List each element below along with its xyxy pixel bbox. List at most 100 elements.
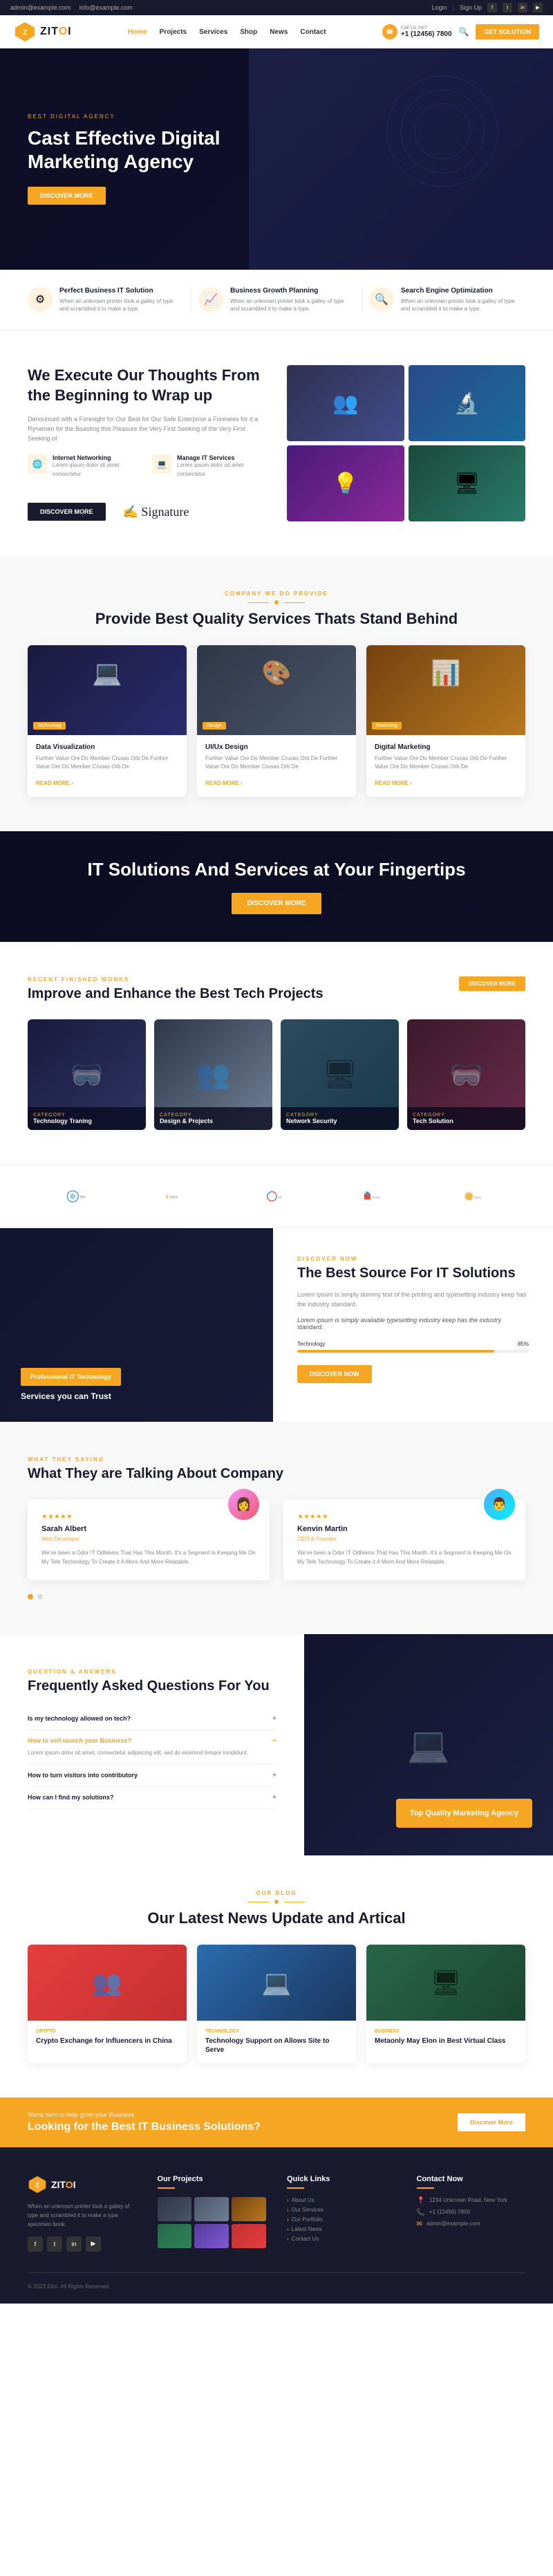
hero-section: BEST DIGITAL AGENCY Cast Effective Digit… (0, 48, 553, 270)
search-icon[interactable]: 🔍 (459, 27, 469, 37)
partners-section: Net S pace air Media Space (0, 1165, 553, 1228)
faq-item-1[interactable]: Is my technology allowed on tech? + (28, 1708, 276, 1730)
social-f[interactable]: f (487, 3, 497, 12)
footer-logo-icon: Z (28, 2175, 47, 2194)
footer-links: About Us Our Services Our Portfolio Late… (287, 2197, 396, 2242)
top-bar-email2[interactable]: info@example.com (79, 4, 133, 11)
quality-card-readmore-1[interactable]: READ MORE › (36, 780, 73, 786)
faq-answer-2: Lorem ipsum dolor sit amet, consectetur … (28, 1749, 276, 1757)
faq-item-3[interactable]: How to turn visitors into contributory + (28, 1765, 276, 1787)
get-solution-button[interactable]: GET SOLUTION (476, 24, 539, 39)
testimonial-stars-1: ★★★★★ (41, 1513, 256, 1521)
cta-orange-button[interactable]: Discover More (458, 2113, 525, 2131)
footer-social-tw[interactable]: t (47, 2236, 62, 2252)
nav-right: ☎ Call Us 24/7 +1 (12456) 7800 🔍 GET SOL… (382, 24, 539, 39)
hero-discover-button[interactable]: DISCOVER MORE (28, 187, 106, 205)
top-bar-login[interactable]: Login (432, 4, 447, 11)
faq-chevron-1: + (272, 1715, 276, 1723)
news-title-1: Crypto Exchange for Influencers in China (36, 2037, 178, 2046)
news-tag-1: CRYPTO (36, 2029, 178, 2034)
footer-link-1[interactable]: About Us (287, 2197, 396, 2203)
service-item-2: 📈 Business Growth Planning When an unkno… (191, 287, 362, 313)
quality-section: COMPANY WE DO PROVIDE Provide Best Quali… (0, 556, 553, 831)
footer-link-3[interactable]: Our Portfolio (287, 2216, 396, 2223)
svg-text:Space: Space (474, 1195, 482, 1198)
news-img-2: 💻 (197, 1945, 356, 2021)
phone-icon: ☎ (382, 24, 397, 39)
top-bar-signup[interactable]: Sign Up (460, 4, 482, 11)
nav-news[interactable]: News (270, 28, 288, 36)
news-grid: 👥 CRYPTO Crypto Exchange for Influencers… (28, 1945, 525, 2063)
cta-orange-sub: We're here to help grow your Business (28, 2111, 261, 2118)
faq-tag: QUESTION & ANSWERS (28, 1669, 276, 1675)
footer-social-in[interactable]: in (66, 2236, 82, 2252)
testimonials-grid: 👩 ★★★★★ Sarah Albert Web Developer We've… (28, 1499, 525, 1581)
testimonial-card-2: 👨 ★★★★★ Kenvin Martin CEO & Founder We'v… (283, 1499, 525, 1581)
projects-discover-button[interactable]: DISCOVER MORE (459, 976, 525, 991)
news-tag-3: BUSINESS (375, 2029, 517, 2034)
quality-card-label-1: Technology (33, 722, 66, 730)
it-solutions-tag: DISCOVER NOW (297, 1256, 529, 1262)
faq-bg-icon: 💻 (407, 1725, 450, 1766)
footer-social-yt[interactable]: ▶ (86, 2236, 101, 2252)
about-title: We Execute Our Thoughts From the Beginni… (28, 366, 266, 405)
quality-card-readmore-3[interactable]: READ MORE › (375, 780, 412, 786)
partner-logo-1: Net (57, 1183, 98, 1210)
social-t[interactable]: t (503, 3, 512, 12)
footer-link-4[interactable]: Latest News (287, 2226, 396, 2232)
social-yt[interactable]: ▶ (533, 3, 543, 12)
service-item-1: ⚙ Perfect Business IT Solution When an u… (21, 287, 191, 313)
about-image-2: 🔬 (409, 365, 526, 441)
quality-card-readmore-2[interactable]: READ MORE › (205, 780, 243, 786)
about-right: 👥 🔬 💡 🖥 (287, 365, 525, 521)
partner-logo-5: Space (455, 1183, 496, 1210)
logo-icon: Z (14, 21, 36, 43)
faq-item-4[interactable]: How can I find my solutions? + (28, 1787, 276, 1809)
about-image-3: 💡 (287, 445, 404, 521)
footer-link-2[interactable]: Our Services (287, 2207, 396, 2213)
cta-orange-section: We're here to help grow your Business Lo… (0, 2097, 553, 2147)
faq-item-2[interactable]: How to self-launch your Business? − Lore… (28, 1730, 276, 1765)
projects-header-left: RECENT FINISHED WORKS Improve and Enhanc… (28, 976, 324, 1002)
news-card-1: 👥 CRYPTO Crypto Exchange for Influencers… (28, 1945, 187, 2063)
nav-contact[interactable]: Contact (300, 28, 326, 36)
about-desc: Denounced with a Foresight for Our Best … (28, 414, 266, 444)
footer-social-fb[interactable]: f (28, 2236, 43, 2252)
nav-projects[interactable]: Projects (160, 28, 187, 36)
social-in[interactable]: in (518, 3, 527, 12)
nav-shop[interactable]: Shop (240, 28, 257, 36)
svg-text:air: air (278, 1195, 282, 1198)
testimonial-dot-2[interactable] (37, 1594, 43, 1600)
it-solutions-button[interactable]: DISCOVER NOW (297, 1365, 372, 1383)
top-bar-email1[interactable]: admin@example.com (10, 4, 71, 11)
faq-chevron-3: + (272, 1772, 276, 1779)
quality-divider (28, 600, 525, 604)
testimonial-text-2: We've been a Odor IT Odblems That Has Th… (297, 1549, 512, 1567)
project-card-img-4: 🥽 Category Tech Solution (407, 1019, 525, 1130)
service-item-3: 🔍 Search Engine Optimization When an unk… (362, 287, 532, 313)
nav-services[interactable]: Services (199, 28, 227, 36)
testimonial-role-1: Web Developer (41, 1536, 256, 1542)
nav-home[interactable]: Home (128, 28, 147, 36)
news-title-2: Technology Support on Allows Site to Ser… (205, 2037, 348, 2055)
testimonial-text-1: We've been a Odor IT Odblems That Has Th… (41, 1549, 256, 1567)
quality-card-img-1: 💻 Technology (28, 645, 187, 735)
about-image-4: 🖥 (409, 445, 526, 521)
news-body-2: TECHNOLOGY Technology Support on Allows … (197, 2021, 356, 2063)
hero-title: Cast Effective Digital Marketing Agency (28, 127, 270, 173)
footer-col2-title: Our Projects (158, 2175, 267, 2189)
testimonial-dot-1[interactable] (28, 1594, 33, 1600)
hero-decoration (373, 62, 512, 204)
about-features: 🌐 Internet Networking Lorem ipsum dolor … (28, 454, 266, 490)
tech-label: Technology 85% (297, 1341, 529, 1347)
partner-logo-4: Media (355, 1183, 397, 1210)
footer-about: When an unknown printer took a galley of… (28, 2203, 137, 2229)
projects-grid: 🥽 Category Technology Traning 👥 Category… (28, 1019, 525, 1130)
projects-title: Improve and Enhance the Best Tech Projec… (28, 986, 324, 1002)
partner-logo-3: air (256, 1183, 297, 1210)
footer-link-5[interactable]: Contact Us (287, 2236, 396, 2242)
cta-dark-button[interactable]: DISCOVER MORE (232, 893, 321, 914)
about-discover-button[interactable]: DISCOVER MORE (28, 503, 106, 521)
project-card-img-3: 🖥 Category Network Security (281, 1019, 399, 1130)
footer-proj-img-3 (232, 2197, 266, 2221)
